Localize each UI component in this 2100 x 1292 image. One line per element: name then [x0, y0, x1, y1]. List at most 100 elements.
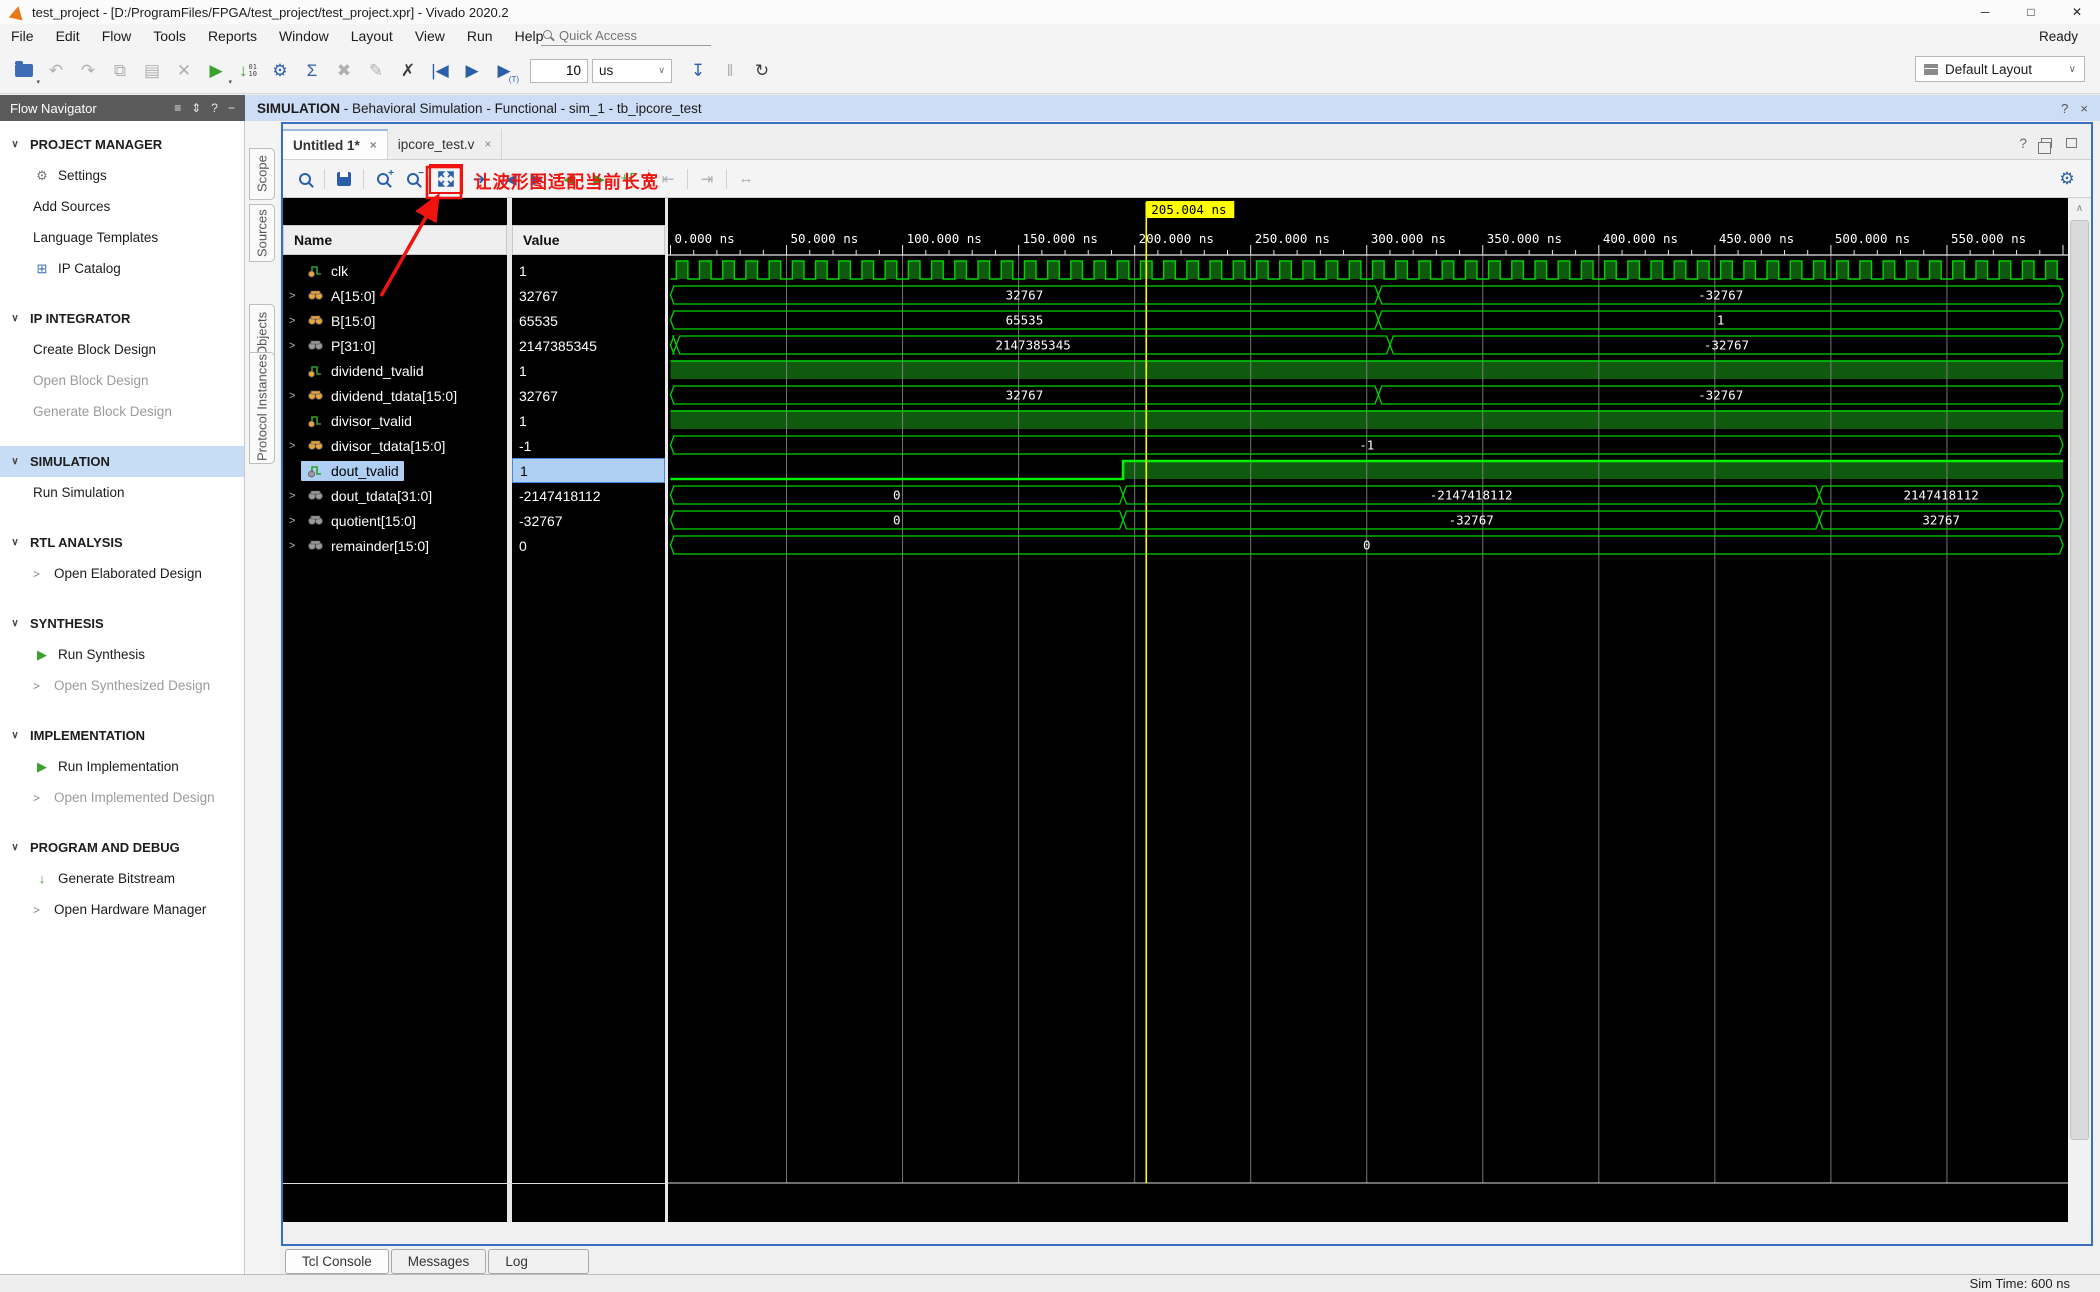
- flow-section-program-and-debug[interactable]: ∨ PROGRAM AND DEBUG: [0, 832, 244, 863]
- sidebar-item-run-synthesis[interactable]: ▶ Run Synthesis: [0, 639, 244, 670]
- copy-button[interactable]: ⧉: [104, 56, 136, 86]
- sidebar-item-open-elaborated-design[interactable]: > Open Elaborated Design: [0, 558, 244, 589]
- flow-section-rtl-analysis[interactable]: ∨ RTL ANALYSIS: [0, 527, 244, 558]
- signal-value-remainder[interactable]: 0: [512, 533, 665, 558]
- time-unit-select[interactable]: us ∨: [592, 58, 672, 83]
- run-all-button[interactable]: ▶: [456, 56, 488, 86]
- quick-access-search[interactable]: [541, 26, 711, 46]
- pause-button[interactable]: ‖: [714, 56, 746, 86]
- close-button[interactable]: ✕: [2054, 0, 2100, 24]
- run-button[interactable]: ▶ ▾: [200, 56, 232, 86]
- flow-section-project-manager[interactable]: ∨ PROJECT MANAGER: [0, 129, 244, 160]
- sidebar-item-language-templates[interactable]: Language Templates: [0, 222, 244, 253]
- signal-row-remainder[interactable]: > remainder[15:0]: [283, 533, 507, 558]
- menu-flow[interactable]: Flow: [91, 24, 143, 48]
- signal-row-clk[interactable]: clk: [283, 258, 507, 283]
- minimize-panel-icon[interactable]: −: [228, 101, 235, 115]
- minimize-button[interactable]: ─: [1962, 0, 2008, 24]
- signal-row-dividend_tvalid[interactable]: dividend_tvalid: [283, 358, 507, 383]
- side-tab-sources[interactable]: Sources: [249, 204, 275, 262]
- maximize-button[interactable]: □: [2008, 0, 2054, 24]
- waveform-plot[interactable]: 0.000 ns 50.000 ns 100.000 ns 150.000 ns 200…: [668, 198, 2068, 1222]
- flow-section-simulation[interactable]: ∨ SIMULATION: [0, 446, 244, 477]
- maximize-panel-icon[interactable]: [2066, 138, 2077, 148]
- go-to-time-zero-button[interactable]: |◀: [495, 165, 523, 193]
- generate-bitstream-button[interactable]: ↓ 01 10: [232, 56, 264, 86]
- open-project-button[interactable]: ▾: [8, 56, 40, 86]
- flow-section-ip-integrator[interactable]: ∨ IP INTEGRATOR: [0, 303, 244, 334]
- tab-log[interactable]: Log: [488, 1249, 589, 1274]
- add-marker-button[interactable]: +Γ: [615, 165, 643, 193]
- next-marker-button[interactable]: ⇥: [693, 165, 721, 193]
- sidebar-item-run-implementation[interactable]: ▶ Run Implementation: [0, 751, 244, 782]
- flow-section-implementation[interactable]: ∨ IMPLEMENTATION: [0, 720, 244, 751]
- expand-icon[interactable]: >: [283, 315, 301, 327]
- signal-value-quotient[interactable]: -32767: [512, 508, 665, 533]
- signal-value-divisor_tvalid[interactable]: 1: [512, 408, 665, 433]
- zoom-out-button[interactable]: −: [399, 165, 427, 193]
- close-tab-icon[interactable]: ×: [484, 137, 491, 151]
- signal-value-clk[interactable]: 1: [512, 258, 665, 283]
- signal-value-A[interactable]: 32767: [512, 283, 665, 308]
- quick-access-input[interactable]: [557, 27, 697, 44]
- sidebar-item-run-simulation[interactable]: Run Simulation: [0, 477, 244, 508]
- settings-button[interactable]: ⚙: [264, 56, 296, 86]
- expand-all-icon[interactable]: ⇕: [191, 101, 201, 115]
- sidebar-item-open-implemented-design[interactable]: > Open Implemented Design: [0, 782, 244, 813]
- undo-button[interactable]: ↶: [40, 56, 72, 86]
- paste-button[interactable]: ▤: [136, 56, 168, 86]
- previous-transition-button[interactable]: ◀: [555, 165, 583, 193]
- menu-edit[interactable]: Edit: [45, 24, 91, 48]
- expand-icon[interactable]: >: [283, 515, 301, 527]
- run-for-time-button[interactable]: ▶ (T): [488, 56, 520, 86]
- relaunch-button[interactable]: ↻: [746, 56, 778, 86]
- flow-section-synthesis[interactable]: ∨ SYNTHESIS: [0, 608, 244, 639]
- find-button[interactable]: [291, 165, 319, 193]
- signal-value-dividend_tvalid[interactable]: 1: [512, 358, 665, 383]
- signal-row-quotient[interactable]: > quotient[15:0]: [283, 508, 507, 533]
- zoom-in-button[interactable]: +: [369, 165, 397, 193]
- signal-value-B[interactable]: 65535: [512, 308, 665, 333]
- report-button[interactable]: Σ: [296, 56, 328, 86]
- sidebar-item-open-block-design[interactable]: Open Block Design: [0, 365, 244, 396]
- menu-tools[interactable]: Tools: [142, 24, 197, 48]
- go-to-time-end-button[interactable]: ▶|: [525, 165, 553, 193]
- signal-value-dout_tvalid[interactable]: 1: [512, 458, 665, 483]
- side-tab-scope[interactable]: Scope: [249, 148, 275, 200]
- menu-view[interactable]: View: [404, 24, 456, 48]
- expand-icon[interactable]: >: [283, 290, 301, 302]
- zoom-to-cursor-button[interactable]: ➜: [465, 165, 493, 193]
- tab-untitled-1[interactable]: Untitled 1* ×: [283, 129, 388, 159]
- signal-row-P[interactable]: > P[31:0]: [283, 333, 507, 358]
- signal-value-P[interactable]: 2147385345: [512, 333, 665, 358]
- help-icon[interactable]: ?: [211, 101, 218, 115]
- name-column-header[interactable]: Name: [283, 225, 507, 255]
- signal-row-divisor_tvalid[interactable]: divisor_tvalid: [283, 408, 507, 433]
- simulation-time-input[interactable]: [530, 58, 588, 83]
- sidebar-item-create-block-design[interactable]: Create Block Design: [0, 334, 244, 365]
- tab-ipcore_testv[interactable]: ipcore_test.v ×: [388, 129, 503, 159]
- collapse-all-icon[interactable]: ≡: [174, 101, 181, 115]
- close-tab-icon[interactable]: ×: [370, 138, 377, 152]
- step-button[interactable]: ↧: [682, 56, 714, 86]
- sidebar-item-open-synthesized-design[interactable]: > Open Synthesized Design: [0, 670, 244, 701]
- tab-messages[interactable]: Messages: [390, 1249, 487, 1274]
- scroll-up-icon[interactable]: ∧: [2068, 198, 2091, 218]
- menu-window[interactable]: Window: [268, 24, 340, 48]
- expand-icon[interactable]: >: [283, 390, 301, 402]
- signal-value-divisor_tdata[interactable]: -1: [512, 433, 665, 458]
- side-tab-protocol-instances[interactable]: Protocol Instances: [249, 352, 275, 464]
- value-column-header[interactable]: Value: [512, 225, 665, 255]
- signal-value-dividend_tdata[interactable]: 32767: [512, 383, 665, 408]
- signal-value-dout_tdata[interactable]: -2147418112: [512, 483, 665, 508]
- menu-run[interactable]: Run: [456, 24, 504, 48]
- vertical-scrollbar[interactable]: ∧: [2068, 198, 2091, 1222]
- signal-row-A[interactable]: > A[15:0]: [283, 283, 507, 308]
- redo-button[interactable]: ↷: [72, 56, 104, 86]
- previous-marker-button[interactable]: ⇤: [654, 165, 682, 193]
- sidebar-item-ip-catalog[interactable]: ⊞ IP Catalog: [0, 253, 244, 284]
- save-waveform-button[interactable]: [330, 165, 358, 193]
- signal-row-dout_tdata[interactable]: > dout_tdata[31:0]: [283, 483, 507, 508]
- swap-cursors-button[interactable]: ↔: [732, 165, 760, 193]
- restart-simulation-button[interactable]: |◀: [424, 56, 456, 86]
